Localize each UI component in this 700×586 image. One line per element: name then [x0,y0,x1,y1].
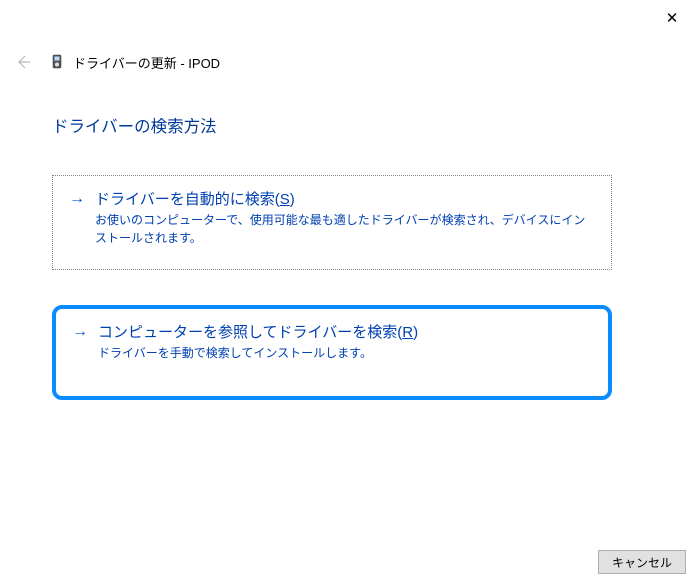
device-icon [51,54,65,70]
close-button[interactable]: ✕ [656,6,688,30]
header-row: ドライバーの更新 - IPOD [13,52,220,72]
arrow-right-icon: → [72,323,88,341]
option-row: → ドライバーを自動的に検索(S) お使いのコンピューターで、使用可能な最も適し… [69,188,595,247]
option-auto-search[interactable]: → ドライバーを自動的に検索(S) お使いのコンピューターで、使用可能な最も適し… [52,175,612,270]
option-manual-search[interactable]: → コンピューターを参照してドライバーを検索(R) ドライバーを手動で検索してイ… [52,305,612,400]
option-auto-description: お使いのコンピューターで、使用可能な最も適したドライバーが検索され、デバイスにイ… [95,211,595,247]
option-text: ドライバーを自動的に検索(S) お使いのコンピューターで、使用可能な最も適したド… [95,188,595,247]
arrow-right-icon: → [69,190,85,208]
title-area: ドライバーの更新 - IPOD [51,53,220,72]
back-arrow-icon [14,53,32,71]
dialog-title: ドライバーの更新 - IPOD [73,53,220,72]
option-text: コンピューターを参照してドライバーを検索(R) ドライバーを手動で検索してインス… [98,321,418,362]
cancel-button[interactable]: キャンセル [598,550,686,574]
back-button [13,52,33,72]
close-icon: ✕ [666,9,679,27]
option-auto-title: ドライバーを自動的に検索(S) [95,188,595,209]
option-manual-description: ドライバーを手動で検索してインストールします。 [98,344,418,362]
page-heading: ドライバーの検索方法 [52,113,217,137]
option-row: → コンピューターを参照してドライバーを検索(R) ドライバーを手動で検索してイ… [72,321,592,362]
option-manual-title: コンピューターを参照してドライバーを検索(R) [98,321,418,342]
